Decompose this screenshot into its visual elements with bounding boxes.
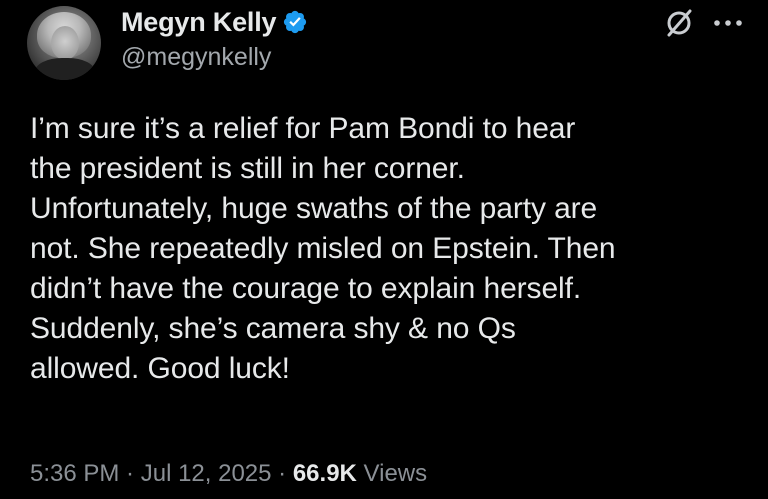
tweet-text-line: I’m sure it’s a relief for Pam Bondi to …: [30, 112, 576, 145]
tweet-text-line: Unfortunately, huge swaths of the party …: [30, 192, 598, 225]
tweet-text-line: Suddenly, she’s camera shy & no Qs: [30, 312, 516, 345]
author-handle[interactable]: @megynkelly: [121, 43, 271, 72]
grok-icon[interactable]: [664, 8, 694, 38]
tweet-text-line: the president is still in her corner.: [30, 152, 465, 185]
views-count[interactable]: 66.9K: [293, 460, 357, 487]
more-icon[interactable]: [710, 10, 746, 34]
author-name-row: Megyn Kelly: [121, 4, 308, 40]
meta-separator: ·: [271, 460, 293, 487]
avatar-face: [51, 26, 79, 60]
verified-badge-icon[interactable]: [282, 9, 308, 35]
tweet-meta: 5:36 PM · Jul 12, 2025 · 66.9K Views: [30, 460, 427, 488]
tweet-date[interactable]: Jul 12, 2025: [141, 460, 272, 487]
views-label: Views: [356, 460, 428, 487]
avatar-shoulders: [35, 58, 95, 80]
tweet-text-line: didn’t have the courage to explain herse…: [30, 272, 582, 305]
tweet-text: I’m sure it’s a relief for Pam Bondi to …: [30, 109, 750, 389]
tweet-text-line: not. She repeatedly misled on Epstein. T…: [30, 232, 616, 265]
author-display-name[interactable]: Megyn Kelly: [121, 7, 277, 38]
meta-separator: ·: [119, 460, 141, 487]
tweet-time[interactable]: 5:36 PM: [30, 460, 119, 487]
tweet-text-line: allowed. Good luck!: [30, 352, 290, 385]
tweet-card: Megyn Kelly @megynkelly I’m sure it’s a …: [0, 0, 768, 499]
avatar[interactable]: [27, 6, 101, 80]
